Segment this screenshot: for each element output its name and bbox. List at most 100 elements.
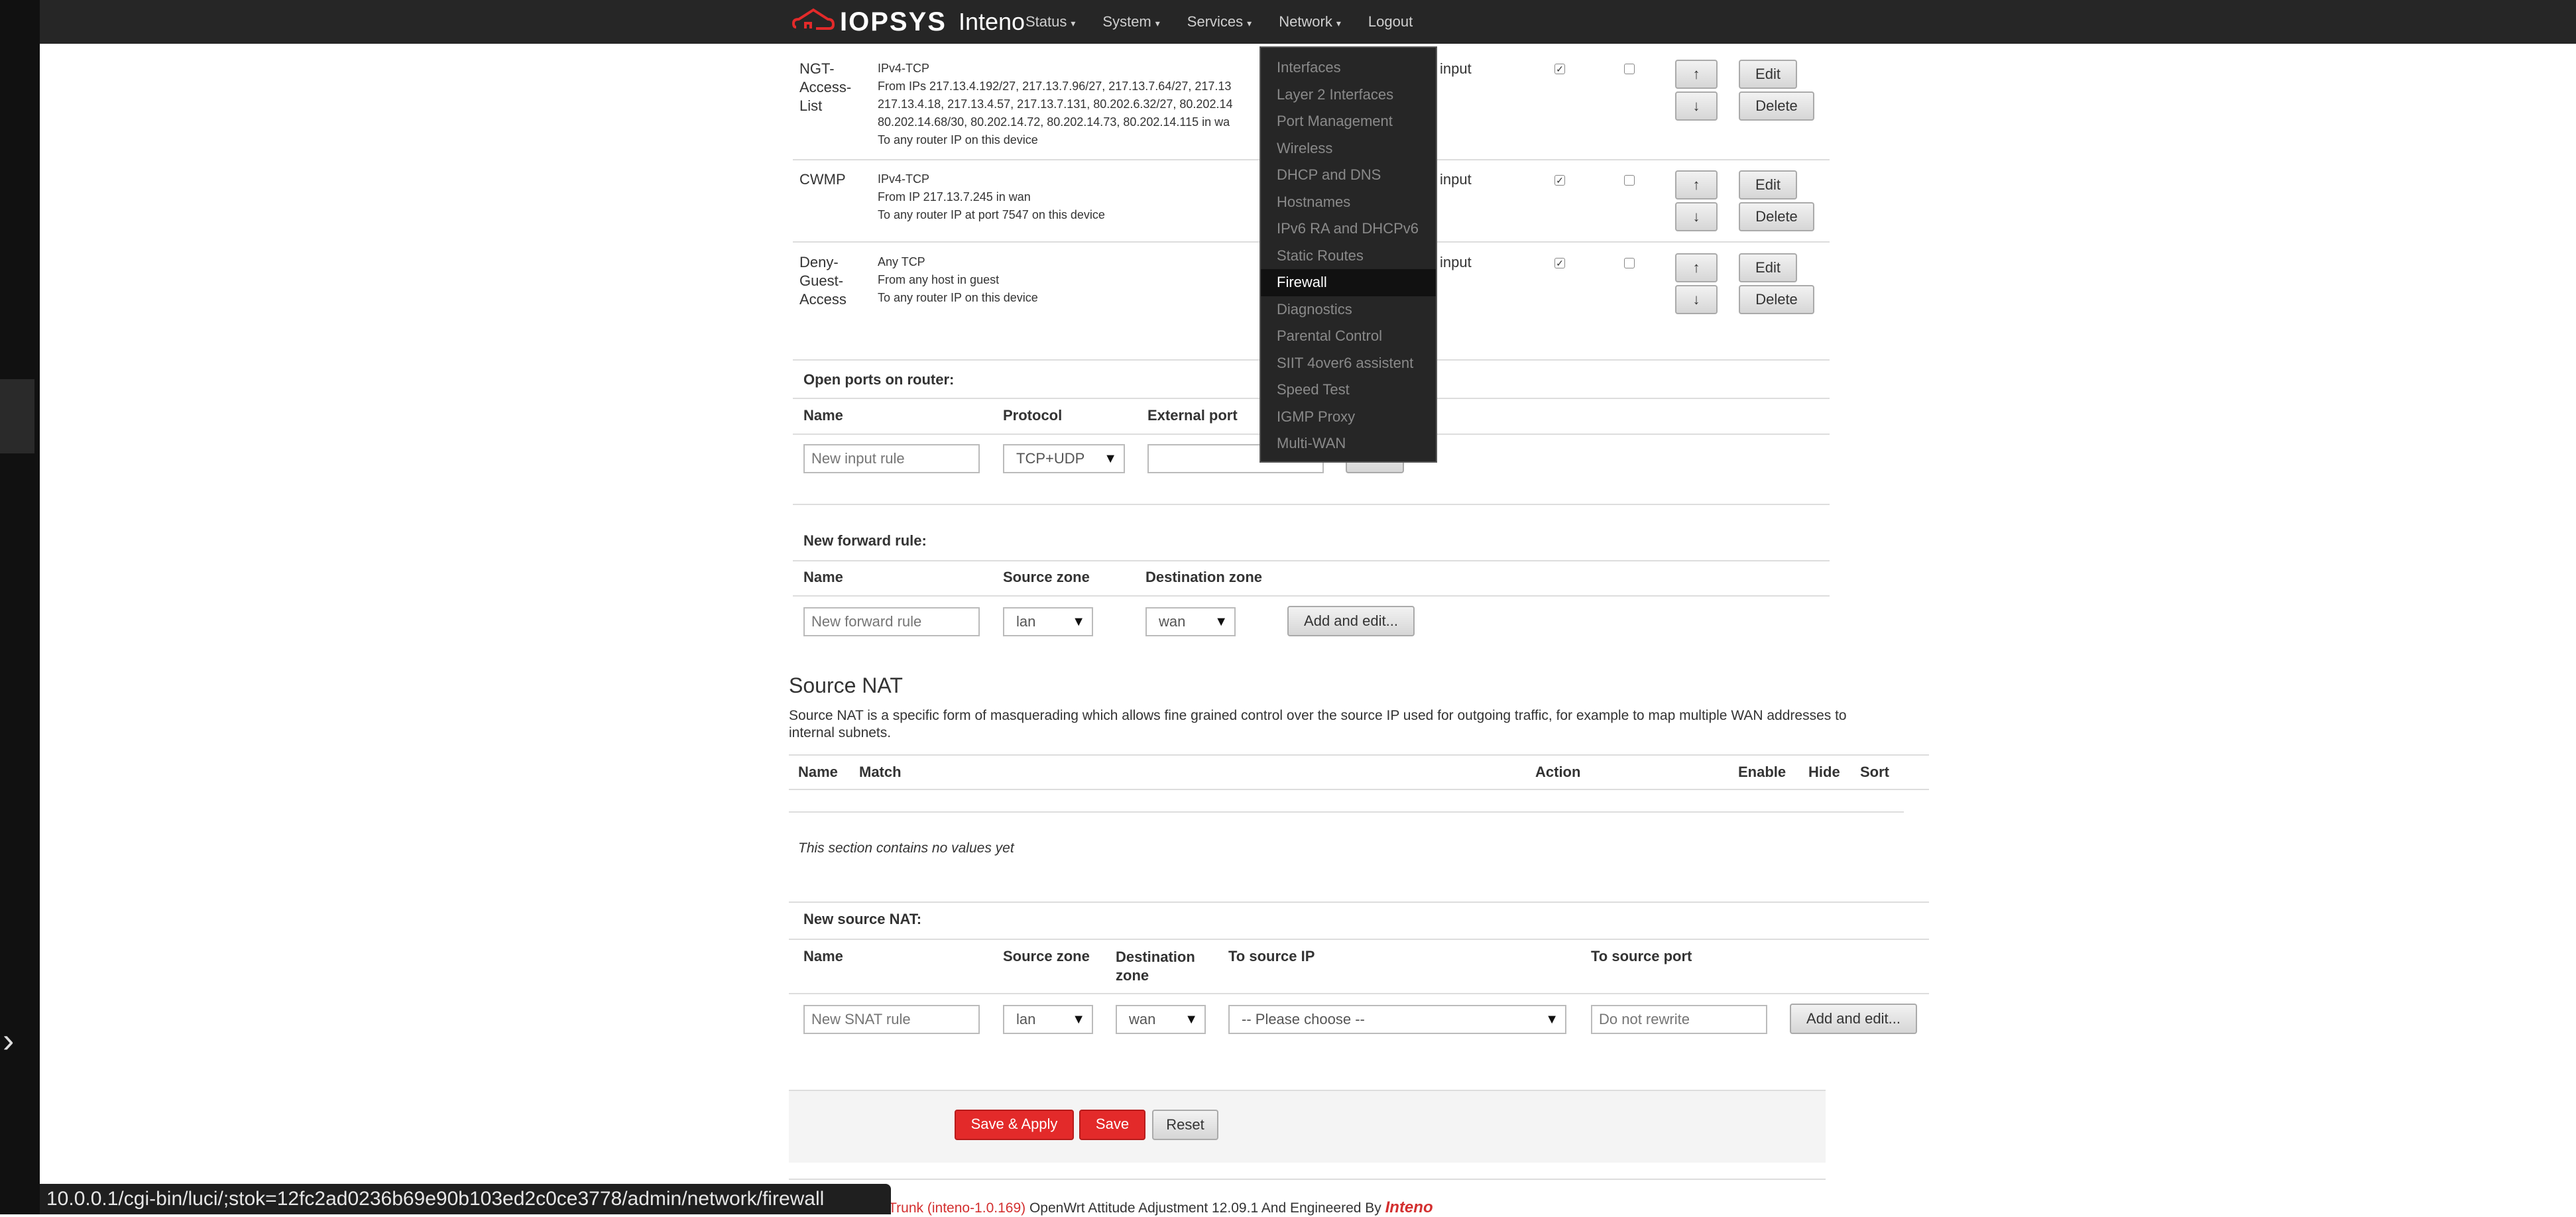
rule-name-ngt: NGT- Access- List — [799, 60, 852, 114]
form-actions-bar — [789, 1090, 1826, 1163]
menu-item-static-routes[interactable]: Static Routes — [1261, 243, 1436, 270]
new-forward-rule-field[interactable] — [803, 607, 980, 636]
destination-zone-select[interactable]: wan ▼ — [1145, 607, 1236, 636]
nav-network[interactable]: Network ▾ — [1279, 13, 1341, 30]
menu-item-diagnostics[interactable]: Diagnostics — [1261, 296, 1436, 323]
source-nat-description: Source NAT is a specific form of masquer… — [789, 708, 1847, 723]
move-up-button[interactable]: ↑ — [1675, 170, 1718, 200]
menu-item-firewall[interactable]: Firewall — [1261, 269, 1436, 296]
save-apply-button[interactable]: Save & Apply — [955, 1110, 1074, 1140]
menu-item-wireless[interactable]: Wireless — [1261, 135, 1436, 162]
col-hide: Hide — [1808, 764, 1840, 780]
move-up-button[interactable]: ↑ — [1675, 253, 1718, 282]
side-tab[interactable] — [0, 379, 34, 453]
enable-checkbox[interactable]: ✓ — [1554, 258, 1565, 268]
to-source-ip-select[interactable]: -- Please choose -- ▼ — [1228, 1005, 1566, 1034]
edit-button[interactable]: Edit — [1739, 253, 1797, 282]
col-action: Action — [1535, 764, 1581, 780]
move-up-button[interactable]: ↑ — [1675, 60, 1718, 89]
rule-name-cwmp: CWMP — [799, 171, 846, 188]
menu-item-igmp-proxy[interactable]: IGMP Proxy — [1261, 404, 1436, 431]
divider — [789, 811, 1904, 813]
brand-name: IOPSYS — [840, 7, 947, 36]
source-zone-select[interactable]: lan ▼ — [1003, 607, 1093, 636]
col-destination-zone: Destination zone — [1116, 949, 1195, 984]
menu-item-hostnames[interactable]: Hostnames — [1261, 189, 1436, 216]
house-cloud-icon — [792, 8, 835, 30]
rule-action-ngt: input — [1440, 60, 1472, 77]
enable-checkbox[interactable]: ✓ — [1554, 64, 1565, 74]
divider — [789, 993, 1929, 994]
delete-button[interactable]: Delete — [1739, 91, 1814, 121]
col-name: Name — [798, 764, 838, 780]
divider — [789, 901, 1929, 903]
nav-services[interactable]: Services ▾ — [1187, 13, 1252, 30]
brand-logo[interactable]: IOPSYS Inteno — [792, 0, 1025, 44]
divider — [789, 789, 1929, 790]
move-down-button[interactable]: ↓ — [1675, 285, 1718, 314]
rule-match-deny-guest: Any TCP From any host in guest To any rout… — [878, 255, 1038, 304]
menu-item-port-management[interactable]: Port Management — [1261, 108, 1436, 135]
col-protocol: Protocol — [1003, 407, 1063, 424]
new-snat-rule-field[interactable] — [803, 1005, 980, 1034]
hide-checkbox[interactable] — [1624, 258, 1635, 268]
chevron-right-icon[interactable]: › — [3, 1023, 29, 1058]
col-source-zone: Source zone — [1003, 948, 1090, 964]
move-down-button[interactable]: ↓ — [1675, 202, 1718, 231]
source-nat-heading: Source NAT — [789, 673, 903, 697]
menu-item-parental-control[interactable]: Parental Control — [1261, 323, 1436, 350]
dropdown-arrow-icon: ▼ — [1072, 1012, 1085, 1027]
menu-item-siit-4over6[interactable]: SIIT 4over6 assistent — [1261, 350, 1436, 377]
delete-button[interactable]: Delete — [1739, 202, 1814, 231]
nav-system[interactable]: System ▾ — [1102, 13, 1159, 30]
snat-source-zone-select[interactable]: lan ▼ — [1003, 1005, 1093, 1034]
col-external-port: External port — [1147, 407, 1238, 424]
protocol-select[interactable]: TCP+UDP ▼ — [1003, 444, 1125, 473]
main-nav: Status ▾ System ▾ Services ▾ Network ▾ Logou… — [1025, 0, 1440, 44]
new-input-rule-field[interactable] — [803, 444, 980, 473]
menu-item-multi-wan[interactable]: Multi-WAN — [1261, 430, 1436, 457]
col-name: Name — [803, 569, 843, 585]
col-to-source-ip: To source IP — [1228, 948, 1315, 964]
menu-item-speed-test[interactable]: Speed Test — [1261, 377, 1436, 404]
add-forward-rule-button[interactable]: Add and edit... — [1287, 606, 1415, 636]
menu-item-dhcp-dns[interactable]: DHCP and DNS — [1261, 162, 1436, 189]
rule-match-cwmp: IPv4-TCP From IP 217.13.7.245 in wan To an… — [878, 172, 1105, 221]
dropdown-arrow-icon: ▼ — [1072, 614, 1085, 629]
move-down-button[interactable]: ↓ — [1675, 91, 1718, 121]
nav-status[interactable]: Status ▾ — [1025, 13, 1075, 30]
forward-title: New forward rule: — [803, 532, 927, 549]
col-enable: Enable — [1738, 764, 1786, 780]
nav-logout[interactable]: Logout — [1368, 13, 1413, 30]
edit-button[interactable]: Edit — [1739, 170, 1797, 200]
add-snat-button[interactable]: Add and edit... — [1790, 1004, 1917, 1034]
divider — [789, 1179, 1826, 1180]
firmware-version-link[interactable]: l Trunk (inteno-1.0.169) — [882, 1200, 1025, 1216]
rule-name-deny-guest: Deny- Guest- Access — [799, 254, 847, 308]
divider — [789, 754, 1929, 756]
save-button[interactable]: Save — [1079, 1110, 1145, 1140]
menu-item-interfaces[interactable]: Interfaces — [1261, 54, 1436, 82]
hide-checkbox[interactable] — [1624, 175, 1635, 186]
new-snat-title: New source NAT: — [803, 911, 922, 927]
browser-status-url: 10.0.0.1/cgi-bin/luci/;stok=12fc2ad0236b… — [40, 1184, 891, 1214]
open-ports-title: Open ports on router: — [803, 371, 955, 388]
col-sort: Sort — [1860, 764, 1889, 780]
reset-button[interactable]: Reset — [1152, 1110, 1218, 1140]
divider — [789, 939, 1929, 940]
menu-item-ipv6-ra[interactable]: IPv6 RA and DHCPv6 — [1261, 215, 1436, 243]
empty-section-message: This section contains no values yet — [798, 840, 1014, 856]
inteno-logo: Inteno — [1385, 1198, 1433, 1216]
col-name: Name — [803, 407, 843, 424]
delete-button[interactable]: Delete — [1739, 285, 1814, 314]
enable-checkbox[interactable]: ✓ — [1554, 175, 1565, 186]
to-source-port-field[interactable] — [1591, 1005, 1767, 1034]
dropdown-arrow-icon: ▼ — [1104, 451, 1117, 466]
hide-checkbox[interactable] — [1624, 64, 1635, 74]
left-panel: › — [0, 0, 40, 1214]
edit-button[interactable]: Edit — [1739, 60, 1797, 89]
menu-item-layer2-interfaces[interactable]: Layer 2 Interfaces — [1261, 82, 1436, 109]
dropdown-arrow-icon: ▼ — [1185, 1012, 1198, 1027]
snat-destination-zone-select[interactable]: wan ▼ — [1116, 1005, 1206, 1034]
rule-action-deny-guest: input — [1440, 254, 1472, 270]
